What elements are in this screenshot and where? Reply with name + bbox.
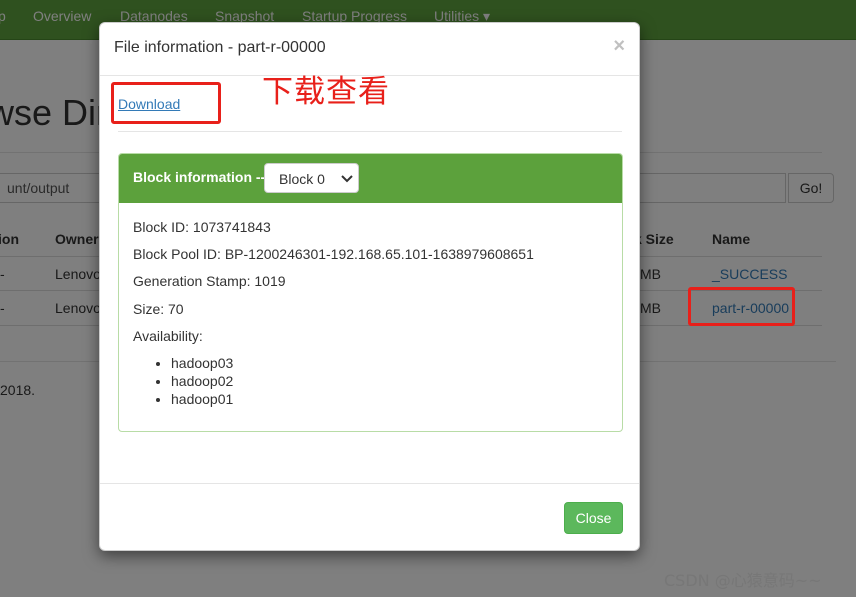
divider bbox=[100, 483, 639, 484]
close-button[interactable]: Close bbox=[564, 502, 623, 534]
availability-label: Availability: bbox=[133, 328, 203, 344]
block-info-panel: Block information -- Block 0 Block ID: 1… bbox=[118, 153, 623, 432]
close-icon[interactable]: × bbox=[613, 35, 625, 58]
list-item: hadoop03 bbox=[171, 354, 233, 372]
block-size: Size: 70 bbox=[133, 301, 184, 317]
block-select-value: Block 0 bbox=[279, 171, 325, 187]
chevron-down-icon bbox=[341, 175, 353, 183]
download-highlight-box bbox=[111, 82, 221, 124]
watermark: CSDN @心猿意码~~ bbox=[664, 571, 822, 590]
availability-list: hadoop03 hadoop02 hadoop01 bbox=[171, 354, 233, 408]
annotation-text: 下载查看 bbox=[262, 74, 390, 110]
block-select[interactable]: Block 0 bbox=[264, 163, 359, 193]
panel-title: Block information -- bbox=[133, 169, 266, 185]
list-item: hadoop02 bbox=[171, 372, 233, 390]
generation-stamp: Generation Stamp: 1019 bbox=[133, 273, 286, 289]
modal-title: File information - part-r-00000 bbox=[114, 39, 326, 56]
block-id: Block ID: 1073741843 bbox=[133, 219, 271, 235]
list-item: hadoop01 bbox=[171, 390, 233, 408]
panel-heading: Block information -- Block 0 bbox=[119, 154, 622, 203]
filename-highlight-box bbox=[688, 287, 795, 326]
divider bbox=[118, 131, 622, 132]
block-pool-id: Block Pool ID: BP-1200246301-192.168.65.… bbox=[133, 246, 534, 262]
